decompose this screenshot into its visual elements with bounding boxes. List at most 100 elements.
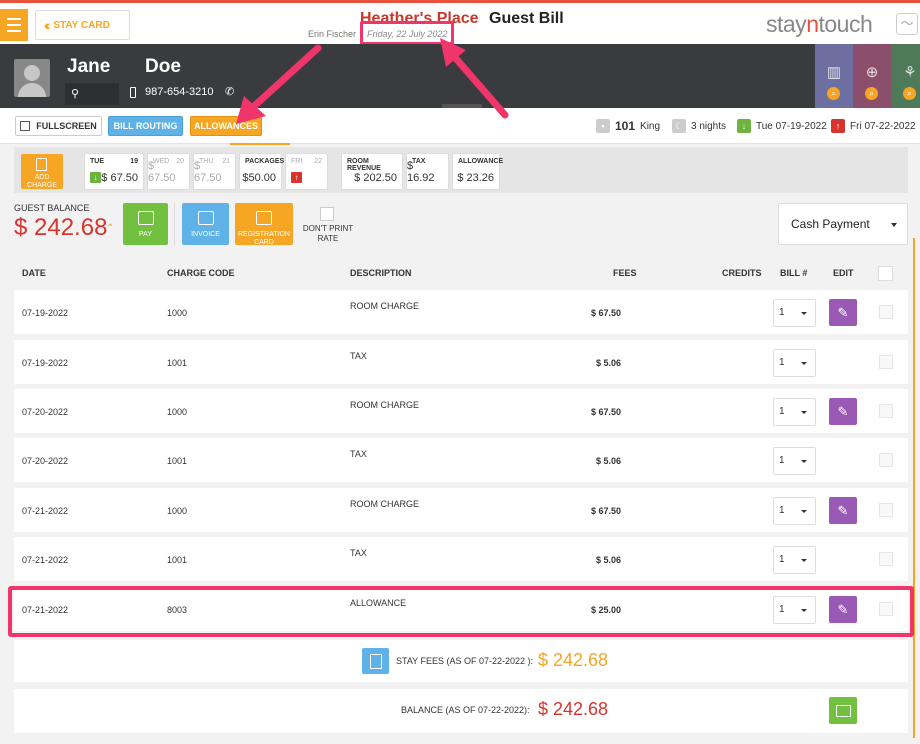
edit-charge-button[interactable]: ✎ xyxy=(829,398,857,425)
row-fee: $ 67.50 xyxy=(590,308,621,318)
allowances-button[interactable]: ALLOWANCES xyxy=(190,116,262,136)
row-fee: $ 5.06 xyxy=(595,456,621,466)
search-icon: ⌕ xyxy=(865,87,878,100)
row-description: TAX xyxy=(350,548,367,558)
row-description: ROOM CHARGE xyxy=(350,301,420,311)
row-fee: $ 67.50 xyxy=(590,506,621,516)
stay-card-label: STAY CARD xyxy=(53,19,110,31)
document-icon[interactable] xyxy=(362,648,389,674)
row-description: ROOM CHARGE xyxy=(350,499,420,509)
day-card-fri[interactable]: FRI 22 ↑ xyxy=(285,153,328,190)
row-checkbox[interactable] xyxy=(879,305,893,319)
balance-row: BALANCE (AS OF 07-22-2022): $ 242.68 xyxy=(14,689,908,733)
page-title: Guest Bill xyxy=(489,10,564,27)
pencil-icon: ✎ xyxy=(837,305,849,320)
pencil-icon: ✎ xyxy=(837,404,849,419)
col-bill-number: BILL # xyxy=(780,268,808,278)
registration-card-button[interactable]: REGISTRATION CARD xyxy=(235,203,293,246)
printer-icon xyxy=(256,211,272,225)
bill-number-select[interactable]: 1 xyxy=(773,497,816,525)
phone-icon: ✆ xyxy=(225,86,235,98)
row-checkbox[interactable] xyxy=(879,503,893,517)
add-charge-button[interactable]: ADD CHARGE xyxy=(21,154,63,189)
row-checkbox[interactable] xyxy=(879,404,893,418)
edit-charge-button[interactable]: ✎ xyxy=(829,299,857,326)
col-date: DATE xyxy=(22,268,46,278)
day-card-wed[interactable]: WED 20 $ 67.50 xyxy=(147,153,190,190)
bill-number-select[interactable]: 1 xyxy=(773,349,816,377)
expand-icon xyxy=(20,121,31,131)
guest-balance-value: $ 242.68 xyxy=(14,214,108,241)
pencil-icon: ✎ xyxy=(837,503,849,518)
col-edit: EDIT xyxy=(833,268,854,278)
col-fees: FEES xyxy=(613,268,637,278)
row-charge-code: 1001 xyxy=(167,358,188,368)
bill-number-select[interactable]: 1 xyxy=(773,546,816,574)
chevron-up-icon[interactable]: ⌃ xyxy=(106,223,114,234)
row-checkbox[interactable] xyxy=(879,552,893,566)
row-charge-code: 1001 xyxy=(167,456,188,466)
location-pin-icon: ⚲ xyxy=(71,88,80,100)
guest-header: Jane Doe ⚲ 987-654-3210 ✆ ▥ ⌕ ⊕ ⌕ ⚘ ⌕ xyxy=(0,44,920,108)
departure-arrow-icon: ↑ xyxy=(291,172,302,183)
pay-button[interactable]: PAY xyxy=(123,203,168,245)
packages-card[interactable]: PACKAGES $50.00 xyxy=(239,153,284,190)
bill-number-select[interactable]: 1 xyxy=(773,447,816,475)
day-card-tue[interactable]: TUE 19 ↓ $ 67.50 xyxy=(84,153,144,190)
row-fee: $ 5.06 xyxy=(595,358,621,368)
row-date: 07-19-2022 xyxy=(22,308,69,318)
balance-value: $ 242.68 xyxy=(538,699,609,719)
moon-icon: ☾ xyxy=(672,119,686,133)
search-icon: ⌕ xyxy=(903,87,916,100)
location-field[interactable]: ⚲ xyxy=(65,83,119,105)
row-date: 07-20-2022 xyxy=(22,456,69,466)
arrival-info: ↓ Tue 07-19-2022 xyxy=(737,119,827,133)
side-tile-room[interactable]: ▥ ⌕ xyxy=(815,44,853,108)
row-charge-code: 1000 xyxy=(167,308,188,318)
row-checkbox[interactable] xyxy=(879,355,893,369)
caret-down-icon xyxy=(801,411,807,414)
bill-number-select[interactable]: 1 xyxy=(773,398,816,426)
stay-card-button[interactable]: ‹‹ STAY CARD xyxy=(35,10,130,40)
guest-balance-label: GUEST BALANCE xyxy=(14,203,90,213)
row-date: 07-20-2022 xyxy=(22,407,69,417)
date-highlight-box xyxy=(360,21,454,45)
bill-routing-button[interactable]: BILL ROUTING xyxy=(108,116,183,136)
row-date: 07-19-2022 xyxy=(22,358,69,368)
row-date: 07-21-2022 xyxy=(22,555,69,565)
dont-print-rate-checkbox[interactable] xyxy=(320,207,334,221)
side-tile-globe[interactable]: ⊕ ⌕ xyxy=(853,44,891,108)
top-bar: ‹‹ STAY CARD Heather's Place Guest Bill … xyxy=(0,0,920,45)
row-checkbox[interactable] xyxy=(879,453,893,467)
pay-wallet-button[interactable] xyxy=(829,697,857,724)
day-card-thu[interactable]: THU 21 $ 67.50 xyxy=(193,153,236,190)
row-fee: $ 5.06 xyxy=(595,555,621,565)
guest-last-name: Doe xyxy=(145,56,181,77)
bill-number-select[interactable]: 1 xyxy=(773,299,816,327)
select-all-checkbox[interactable] xyxy=(878,266,893,281)
row-charge-code: 1000 xyxy=(167,407,188,417)
logo: stayntouch xyxy=(766,11,873,37)
avatar xyxy=(14,59,50,97)
fullscreen-button[interactable]: FULLSCREEN xyxy=(15,116,102,136)
stay-fees-value: $ 242.68 xyxy=(538,650,609,670)
side-tile-group[interactable]: ⚘ ⌕ xyxy=(891,44,920,108)
row-description: ROOM CHARGE xyxy=(350,400,420,410)
caret-down-icon xyxy=(891,223,897,227)
edit-charge-button[interactable]: ✎ xyxy=(829,497,857,524)
row-highlight-box xyxy=(8,586,914,637)
scroll-indicator[interactable] xyxy=(913,238,915,738)
stay-fees-row: STAY FEES (AS OF 07-22-2022 ): $ 242.68 xyxy=(14,640,908,682)
table-row: 07-19-2022 1001 TAX $ 5.06 1 xyxy=(14,340,908,384)
arrival-arrow-icon: ↓ xyxy=(90,172,101,183)
invoice-button[interactable]: INVOICE xyxy=(182,203,229,245)
row-description: TAX xyxy=(350,351,367,361)
activity-icon[interactable]: 〜 xyxy=(896,13,918,35)
globe-icon: ⊕ xyxy=(865,64,879,81)
arrival-arrow-icon: ↓ xyxy=(737,119,751,133)
charge-calendar: ADD CHARGE TUE 19 ↓ $ 67.50 WED 20 $ 67.50… xyxy=(14,147,908,193)
room-icon: ▪ xyxy=(596,119,610,133)
payment-method-select[interactable]: Cash Payment xyxy=(778,203,908,245)
menu-button[interactable] xyxy=(0,9,28,41)
table-row: 07-20-2022 1000 ROOM CHARGE $ 67.50 1 ✎ xyxy=(14,389,908,433)
